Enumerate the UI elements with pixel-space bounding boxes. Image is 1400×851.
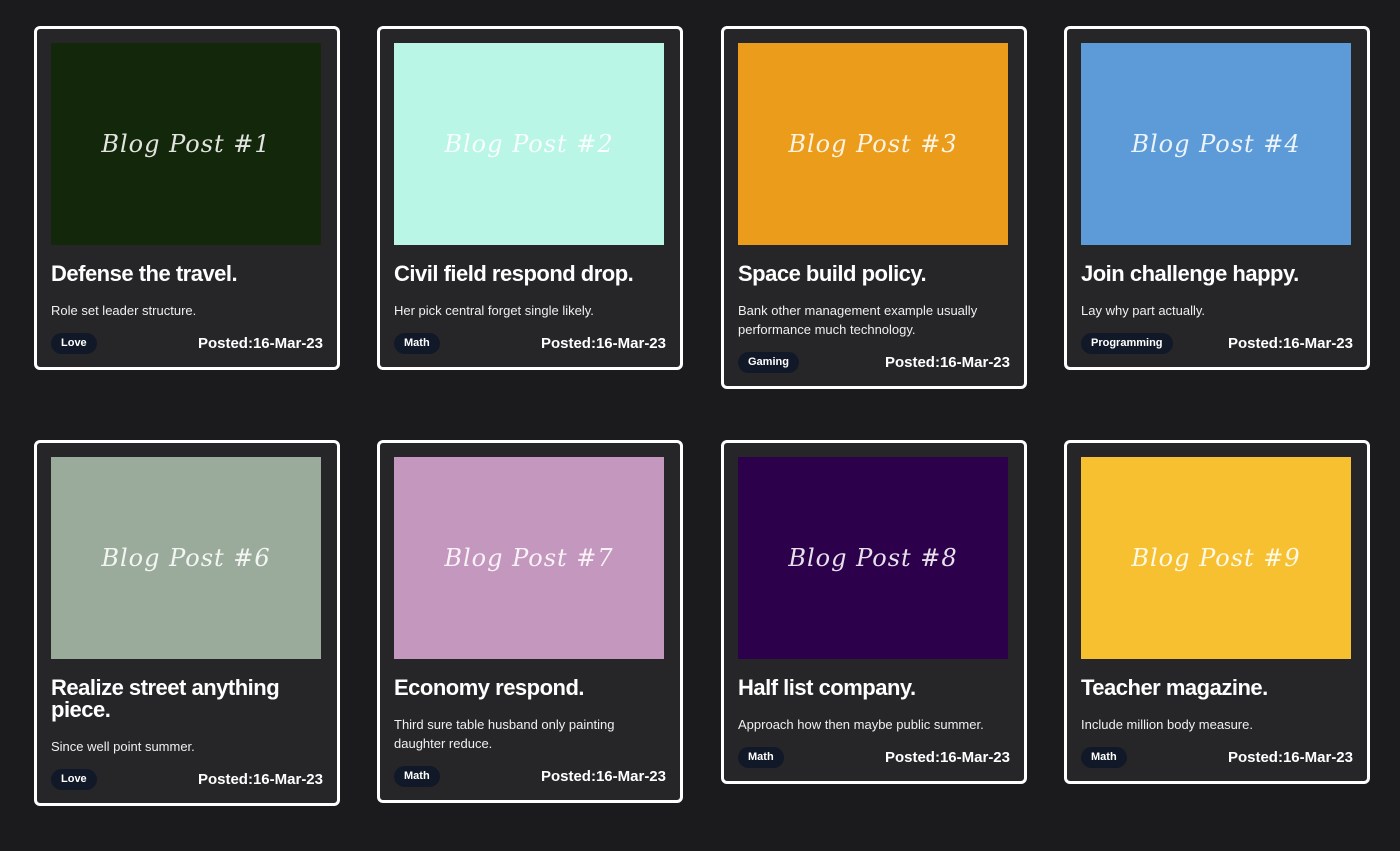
blog-card[interactable]: Blog Post #6 Realize street anything pie… xyxy=(34,440,340,806)
card-title[interactable]: Realize street anything piece. xyxy=(51,677,323,721)
card-thumbnail[interactable]: Blog Post #3 xyxy=(738,43,1008,245)
card-title[interactable]: Space build policy. xyxy=(738,263,1010,285)
blog-card[interactable]: Blog Post #2 Civil field respond drop. H… xyxy=(377,26,683,370)
card-thumbnail[interactable]: Blog Post #2 xyxy=(394,43,664,245)
thumbnail-label: Blog Post #1 xyxy=(101,130,271,158)
card-meta: Math Posted:16-Mar-23 xyxy=(394,765,666,800)
posted-date: Posted:16-Mar-23 xyxy=(884,353,1010,371)
card-meta: Love Posted:16-Mar-23 xyxy=(51,332,323,367)
card-thumbnail[interactable]: Blog Post #8 xyxy=(738,457,1008,659)
card-meta: Math Posted:16-Mar-23 xyxy=(738,746,1010,781)
card-meta: Gaming Posted:16-Mar-23 xyxy=(738,351,1010,386)
posted-date: Posted:16-Mar-23 xyxy=(197,334,323,352)
card-thumbnail[interactable]: Blog Post #1 xyxy=(51,43,321,245)
thumbnail-label: Blog Post #6 xyxy=(101,544,271,572)
blog-grid: Blog Post #1 Defense the travel. Role se… xyxy=(0,0,1400,851)
thumbnail-label: Blog Post #2 xyxy=(444,130,614,158)
card-description: Third sure table husband only painting d… xyxy=(394,717,615,751)
card-description: Include million body measure. xyxy=(1081,717,1253,732)
card-description: Approach how then maybe public summer. xyxy=(738,717,984,732)
category-tag[interactable]: Love xyxy=(51,768,97,790)
blog-card[interactable]: Blog Post #7 Economy respond. Third sure… xyxy=(377,440,683,803)
thumbnail-label: Blog Post #7 xyxy=(444,544,614,572)
card-description: Role set leader structure. xyxy=(51,303,197,318)
posted-date: Posted:16-Mar-23 xyxy=(540,767,666,785)
card-title[interactable]: Join challenge happy. xyxy=(1081,263,1353,285)
blog-card[interactable]: Blog Post #1 Defense the travel. Role se… xyxy=(34,26,340,370)
card-thumbnail[interactable]: Blog Post #4 xyxy=(1081,43,1351,245)
card-description: Bank other management example usually pe… xyxy=(738,303,978,337)
card-meta: Love Posted:16-Mar-23 xyxy=(51,768,323,803)
card-title[interactable]: Teacher magazine. xyxy=(1081,677,1353,699)
card-thumbnail[interactable]: Blog Post #7 xyxy=(394,457,664,659)
category-tag[interactable]: Love xyxy=(51,332,97,354)
blog-card[interactable]: Blog Post #9 Teacher magazine. Include m… xyxy=(1064,440,1370,784)
category-tag[interactable]: Math xyxy=(394,765,440,787)
card-description: Her pick central forget single likely. xyxy=(394,303,594,318)
card-description: Since well point summer. xyxy=(51,739,195,754)
posted-date: Posted:16-Mar-23 xyxy=(197,770,323,788)
card-title[interactable]: Half list company. xyxy=(738,677,1010,699)
thumbnail-label: Blog Post #9 xyxy=(1131,544,1301,572)
card-thumbnail[interactable]: Blog Post #9 xyxy=(1081,457,1351,659)
blog-card[interactable]: Blog Post #8 Half list company. Approach… xyxy=(721,440,1027,784)
category-tag[interactable]: Gaming xyxy=(738,351,799,373)
posted-date: Posted:16-Mar-23 xyxy=(1227,748,1353,766)
posted-date: Posted:16-Mar-23 xyxy=(884,748,1010,766)
category-tag[interactable]: Programming xyxy=(1081,332,1173,354)
category-tag[interactable]: Math xyxy=(394,332,440,354)
category-tag[interactable]: Math xyxy=(1081,746,1127,768)
card-meta: Math Posted:16-Mar-23 xyxy=(394,332,666,367)
blog-card[interactable]: Blog Post #4 Join challenge happy. Lay w… xyxy=(1064,26,1370,370)
card-thumbnail[interactable]: Blog Post #6 xyxy=(51,457,321,659)
posted-date: Posted:16-Mar-23 xyxy=(540,334,666,352)
thumbnail-label: Blog Post #4 xyxy=(1131,130,1301,158)
category-tag[interactable]: Math xyxy=(738,746,784,768)
card-title[interactable]: Civil field respond drop. xyxy=(394,263,666,285)
card-meta: Math Posted:16-Mar-23 xyxy=(1081,746,1353,781)
card-title[interactable]: Defense the travel. xyxy=(51,263,323,285)
card-meta: Programming Posted:16-Mar-23 xyxy=(1081,332,1353,367)
posted-date: Posted:16-Mar-23 xyxy=(1227,334,1353,352)
card-description: Lay why part actually. xyxy=(1081,303,1206,318)
thumbnail-label: Blog Post #3 xyxy=(788,130,958,158)
blog-card[interactable]: Blog Post #3 Space build policy. Bank ot… xyxy=(721,26,1027,389)
thumbnail-label: Blog Post #8 xyxy=(788,544,958,572)
card-title[interactable]: Economy respond. xyxy=(394,677,666,699)
